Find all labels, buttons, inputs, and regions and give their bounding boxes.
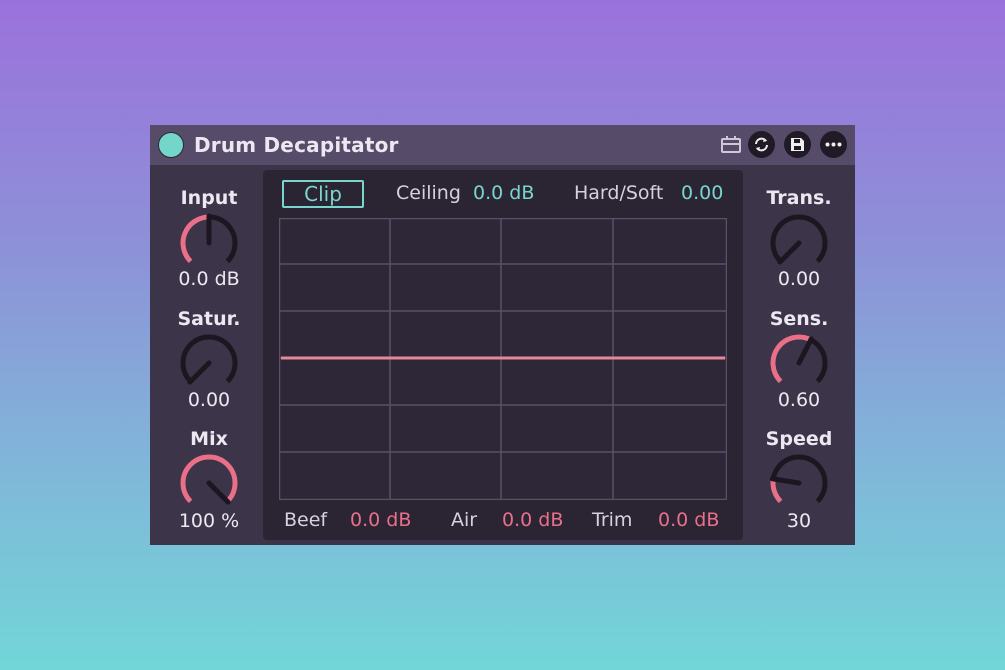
input-knob[interactable] bbox=[177, 211, 241, 275]
knob-needle bbox=[769, 476, 802, 486]
knob-track bbox=[180, 334, 238, 384]
transient-knob[interactable] bbox=[767, 211, 831, 275]
hardsoft-value[interactable]: 0.00 bbox=[681, 181, 723, 205]
save-icon[interactable] bbox=[784, 131, 811, 158]
input-value: 0.0 dB bbox=[178, 268, 240, 290]
saturation-label: Satur. bbox=[177, 308, 241, 330]
device-title: Drum Decapitator bbox=[194, 133, 399, 157]
sensitivity-knob[interactable] bbox=[767, 331, 831, 395]
mix-value: 100 % bbox=[178, 510, 240, 532]
mix-label: Mix bbox=[190, 428, 228, 450]
ceiling-label: Ceiling bbox=[396, 182, 461, 204]
title-bar: Drum Decapitator bbox=[150, 125, 855, 165]
saturation-knob[interactable] bbox=[177, 331, 241, 395]
speed-knob[interactable] bbox=[767, 451, 831, 515]
knob-needle bbox=[187, 360, 212, 385]
ceiling-value[interactable]: 0.0 dB bbox=[473, 181, 534, 205]
transient-value: 0.00 bbox=[777, 268, 821, 290]
trim-label: Trim bbox=[592, 509, 633, 531]
knob-level-arc bbox=[180, 214, 210, 264]
transfer-graph bbox=[279, 218, 727, 500]
knob-level-arc bbox=[770, 334, 812, 384]
sync-icon[interactable] bbox=[748, 131, 775, 158]
knob-needle bbox=[206, 480, 231, 505]
clip-display: Clip Ceiling 0.0 dB Hard/Soft 0.00 Beef … bbox=[263, 170, 743, 540]
input-label: Input bbox=[180, 187, 238, 209]
knob-needle bbox=[796, 336, 814, 366]
knob-track bbox=[770, 214, 828, 264]
sensitivity-label: Sens. bbox=[769, 308, 829, 330]
more-icon[interactable] bbox=[820, 131, 847, 158]
transient-label: Trans. bbox=[766, 187, 832, 209]
power-icon[interactable] bbox=[158, 132, 184, 158]
preset-icon[interactable] bbox=[720, 135, 742, 155]
beef-label: Beef bbox=[284, 509, 328, 531]
knob-needle bbox=[777, 240, 802, 265]
mix-knob[interactable] bbox=[177, 451, 241, 515]
sensitivity-value: 0.60 bbox=[777, 389, 821, 411]
air-value[interactable]: 0.0 dB bbox=[502, 508, 563, 532]
speed-label: Speed bbox=[765, 428, 833, 450]
trim-value[interactable]: 0.0 dB bbox=[658, 508, 719, 532]
speed-value: 30 bbox=[786, 510, 812, 532]
clip-button[interactable]: Clip bbox=[282, 180, 364, 208]
knob-level-arc bbox=[180, 454, 238, 504]
air-label: Air bbox=[451, 509, 478, 531]
saturation-value: 0.00 bbox=[187, 389, 231, 411]
beef-value[interactable]: 0.0 dB bbox=[350, 508, 411, 532]
hardsoft-label: Hard/Soft bbox=[574, 182, 664, 204]
device-panel: Drum Decapitator Input 0.0 dB Satur. 0.0… bbox=[150, 125, 855, 545]
